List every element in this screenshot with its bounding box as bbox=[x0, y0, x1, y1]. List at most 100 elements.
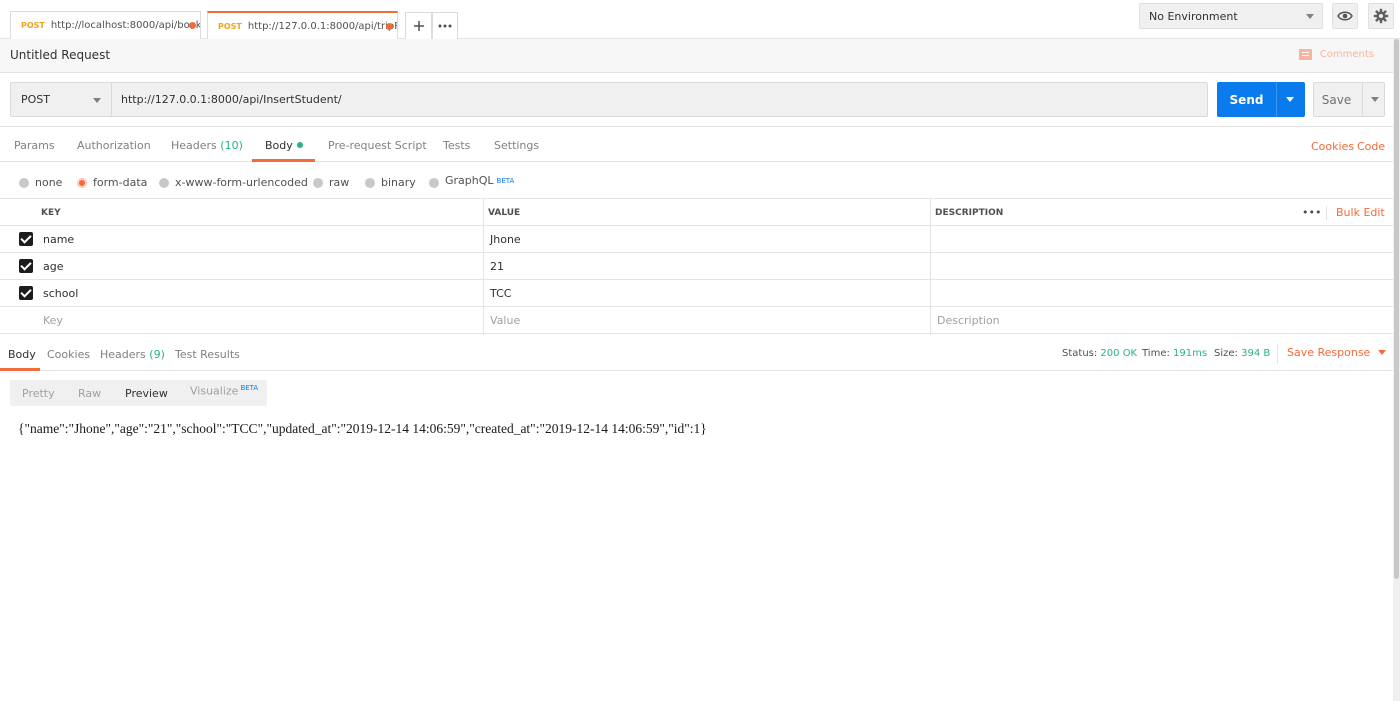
response-tab-cookies[interactable]: Cookies bbox=[47, 348, 90, 361]
size-value: 394 B bbox=[1241, 348, 1271, 359]
send-label: Send bbox=[1229, 92, 1264, 107]
url-input[interactable]: http://127.0.0.1:8000/api/InsertStudent/ bbox=[111, 82, 1208, 117]
radio-none-label: none bbox=[35, 176, 63, 189]
radio-graphql[interactable]: GraphQL BETA bbox=[429, 173, 514, 188]
header-value: VALUE bbox=[488, 207, 521, 218]
request-title-bar: Untitled Request Comments bbox=[0, 39, 1400, 73]
comments-label: Comments bbox=[1319, 49, 1374, 60]
view-preview[interactable]: Preview bbox=[125, 387, 168, 400]
row-value[interactable]: TCC bbox=[490, 280, 511, 307]
tab-body-label: Body bbox=[265, 139, 293, 152]
body-set-dot-icon bbox=[296, 142, 303, 148]
time-value: 191ms bbox=[1173, 348, 1208, 359]
radio-raw[interactable]: raw bbox=[313, 176, 349, 189]
tab-tests[interactable]: Tests bbox=[443, 139, 470, 152]
environment-select[interactable]: No Environment bbox=[1139, 3, 1323, 29]
save-button[interactable]: Save bbox=[1313, 82, 1385, 117]
comment-icon bbox=[1298, 49, 1312, 60]
radio-icon bbox=[159, 177, 169, 188]
row-key[interactable]: age bbox=[43, 253, 64, 280]
row-checkbox[interactable] bbox=[19, 259, 33, 273]
tab-prerequest-script[interactable]: Pre-request Script bbox=[328, 139, 427, 152]
radio-binary[interactable]: binary bbox=[365, 176, 416, 189]
table-more-button[interactable]: ••• bbox=[1302, 199, 1321, 226]
chevron-down-icon bbox=[93, 98, 101, 103]
unsaved-dot-icon bbox=[189, 22, 196, 29]
request-title[interactable]: Untitled Request bbox=[10, 48, 110, 62]
table-header-row: KEY VALUE DESCRIPTION ••• Bulk Edit bbox=[0, 199, 1393, 226]
radio-icon bbox=[19, 177, 29, 188]
response-body: {"name":"Jhone","age":"21","school":"TCC… bbox=[18, 421, 707, 436]
manage-environments-button[interactable] bbox=[1368, 3, 1394, 29]
radio-graphql-label: GraphQL bbox=[445, 174, 494, 187]
new-key-input[interactable]: Key bbox=[43, 307, 63, 334]
method-select[interactable]: POST bbox=[10, 82, 111, 117]
tab-headers-label: Headers bbox=[171, 139, 217, 152]
radio-icon bbox=[365, 177, 375, 188]
request-tab-1[interactable]: POST http://localhost:8000/api/book... bbox=[10, 11, 201, 39]
environment-quick-look-button[interactable] bbox=[1332, 3, 1358, 29]
save-response-button[interactable]: Save Response bbox=[1287, 346, 1387, 359]
row-key[interactable]: name bbox=[43, 226, 74, 253]
row-checkbox[interactable] bbox=[19, 232, 33, 246]
view-pretty[interactable]: Pretty bbox=[22, 387, 55, 400]
response-tab-test-results[interactable]: Test Results bbox=[175, 348, 240, 361]
beta-badge: BETA bbox=[240, 384, 259, 392]
time-label: Time: bbox=[1142, 348, 1170, 359]
method-selected: POST bbox=[21, 93, 50, 106]
status-value: 200 OK bbox=[1100, 348, 1138, 359]
tab-options-button[interactable] bbox=[432, 12, 458, 39]
tab-body[interactable]: Body bbox=[265, 139, 303, 152]
response-view-mode: Pretty Raw Preview Visualize BETA bbox=[10, 380, 267, 406]
tab-authorization[interactable]: Authorization bbox=[77, 139, 151, 152]
tab-params[interactable]: Params bbox=[14, 139, 55, 152]
response-time: Time: 191ms bbox=[1142, 348, 1207, 359]
row-value[interactable]: Jhone bbox=[490, 226, 521, 253]
scrollbar[interactable] bbox=[1393, 39, 1400, 701]
new-value-input[interactable]: Value bbox=[490, 307, 520, 334]
save-divider bbox=[1362, 83, 1363, 116]
send-button[interactable]: Send bbox=[1217, 82, 1305, 117]
url-value: http://127.0.0.1:8000/api/InsertStudent/ bbox=[121, 93, 342, 106]
new-tab-button[interactable] bbox=[405, 12, 432, 39]
cookies-link[interactable]: Cookies bbox=[1311, 140, 1354, 153]
send-options-chevron-icon[interactable] bbox=[1286, 97, 1294, 102]
row-checkbox[interactable] bbox=[19, 286, 33, 300]
tab-url: http://localhost:8000/api/book... bbox=[50, 20, 201, 31]
response-tab-body[interactable]: Body bbox=[8, 348, 36, 361]
radio-form-data[interactable]: form-data bbox=[77, 176, 147, 189]
response-size: Size: 394 B bbox=[1214, 348, 1270, 359]
size-label: Size: bbox=[1214, 348, 1238, 359]
bulk-edit-link[interactable]: Bulk Edit bbox=[1336, 199, 1385, 226]
request-tab-2[interactable]: POST http://127.0.0.1:8000/api/tripR... bbox=[207, 11, 398, 39]
request-tabs: Params Authorization Headers (10) Body P… bbox=[0, 127, 1400, 162]
divider bbox=[1326, 206, 1327, 220]
table-row: name Jhone bbox=[0, 226, 1393, 253]
save-options-chevron-icon[interactable] bbox=[1371, 97, 1379, 102]
radio-none[interactable]: none bbox=[19, 176, 62, 189]
radio-selected-icon bbox=[77, 177, 87, 188]
radio-icon bbox=[313, 177, 323, 188]
response-status: Status: 200 OK bbox=[1062, 348, 1137, 359]
row-key[interactable]: school bbox=[43, 280, 78, 307]
response-headers-label: Headers bbox=[100, 348, 146, 361]
tab-headers[interactable]: Headers (10) bbox=[171, 139, 243, 152]
scrollbar-thumb[interactable] bbox=[1394, 39, 1399, 579]
tab-settings[interactable]: Settings bbox=[494, 139, 539, 152]
table-row: school TCC bbox=[0, 280, 1393, 307]
header-description: DESCRIPTION bbox=[935, 207, 1004, 218]
view-visualize[interactable]: Visualize BETA bbox=[190, 384, 258, 398]
radio-binary-label: binary bbox=[381, 176, 416, 189]
response-tab-headers[interactable]: Headers (9) bbox=[100, 348, 165, 361]
save-label: Save bbox=[1321, 92, 1352, 107]
radio-raw-label: raw bbox=[329, 176, 350, 189]
new-description-input[interactable]: Description bbox=[937, 307, 1000, 334]
tab-method: POST bbox=[21, 21, 45, 30]
row-value[interactable]: 21 bbox=[490, 253, 504, 280]
comments-button[interactable]: Comments bbox=[1298, 49, 1374, 60]
code-link[interactable]: Code bbox=[1357, 140, 1385, 153]
save-response-label: Save Response bbox=[1287, 346, 1371, 359]
view-raw[interactable]: Raw bbox=[78, 387, 101, 400]
response-tabs: Body Cookies Headers (9) Test Results St… bbox=[0, 335, 1400, 371]
radio-urlencoded[interactable]: x-www-form-urlencoded bbox=[159, 176, 308, 189]
